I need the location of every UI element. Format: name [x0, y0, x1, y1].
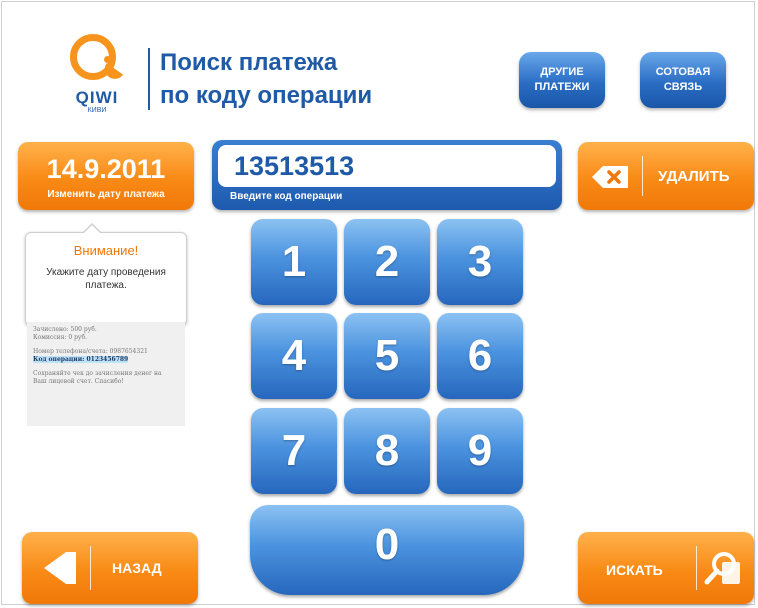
search-button[interactable]: ИСКАТЬ [578, 532, 754, 604]
operation-code-hint: Введите код операции [230, 191, 343, 202]
key-4[interactable]: 4 [251, 313, 337, 399]
page-title: Поиск платежа по коду операции [160, 46, 372, 112]
warning-tooltip: Внимание! Укажите дату проведения платеж… [25, 223, 187, 326]
warning-text: Укажите дату проведения платежа. [46, 267, 166, 291]
search-receipt-icon [702, 548, 746, 592]
operation-code-value[interactable]: 13513513 [218, 145, 556, 187]
title-divider [148, 48, 150, 110]
backspace-icon [592, 166, 628, 188]
receipt-line: Номер телефона/счета: 0987654321 [33, 348, 148, 355]
brand-subtitle: КИВИ [87, 107, 107, 114]
mobile-button[interactable]: СОТОВАЯ СВЯЗЬ [640, 52, 726, 108]
payment-date: 14.9.2011 [46, 154, 166, 184]
key-8[interactable]: 8 [344, 408, 430, 494]
key-6[interactable]: 6 [437, 313, 523, 399]
back-button[interactable]: НАЗАД [22, 532, 198, 604]
receipt-line: Комиссия: 0 руб. [33, 334, 87, 341]
change-date-button[interactable]: 14.9.2011 Изменить дату платежа [18, 142, 194, 210]
page-title-line1: Поиск платежа [160, 49, 338, 76]
back-arrow-icon [44, 552, 66, 584]
receipt-sample: Зачислено: 500 руб. Комиссия: 0 руб. Ном… [27, 322, 185, 426]
key-9[interactable]: 9 [437, 408, 523, 494]
delete-label: УДАЛИТЬ [658, 168, 730, 185]
receipt-line: Зачислено: 500 руб. [33, 326, 97, 333]
key-3[interactable]: 3 [437, 219, 523, 305]
receipt-operation-code: Код операции: 0123456789 [33, 356, 129, 363]
page-title-line2: по коду операции [160, 82, 373, 109]
receipt-line: Ваш лицевой счет. Спасибо! [33, 378, 124, 385]
key-0[interactable]: 0 [250, 505, 524, 595]
warning-title: Внимание! [73, 243, 139, 258]
operation-code-field[interactable]: 13513513 Введите код операции [212, 140, 562, 210]
key-2[interactable]: 2 [344, 219, 430, 305]
receipt-line: Сохраняйте чек до зачисления денег на [33, 370, 162, 377]
change-date-label: Изменить дату платежа [47, 189, 165, 200]
qiwi-logo: QIWI КИВИ [62, 34, 132, 116]
brand-name: QIWI [75, 88, 119, 107]
logo-dot-icon [104, 56, 111, 63]
key-1[interactable]: 1 [251, 219, 337, 305]
back-label: НАЗАД [112, 560, 162, 576]
search-label: ИСКАТЬ [606, 562, 663, 578]
other-payments-button[interactable]: ДРУГИЕ ПЛАТЕЖИ [519, 52, 605, 108]
key-7[interactable]: 7 [251, 408, 337, 494]
key-5[interactable]: 5 [344, 313, 430, 399]
delete-button[interactable]: УДАЛИТЬ [578, 142, 754, 210]
